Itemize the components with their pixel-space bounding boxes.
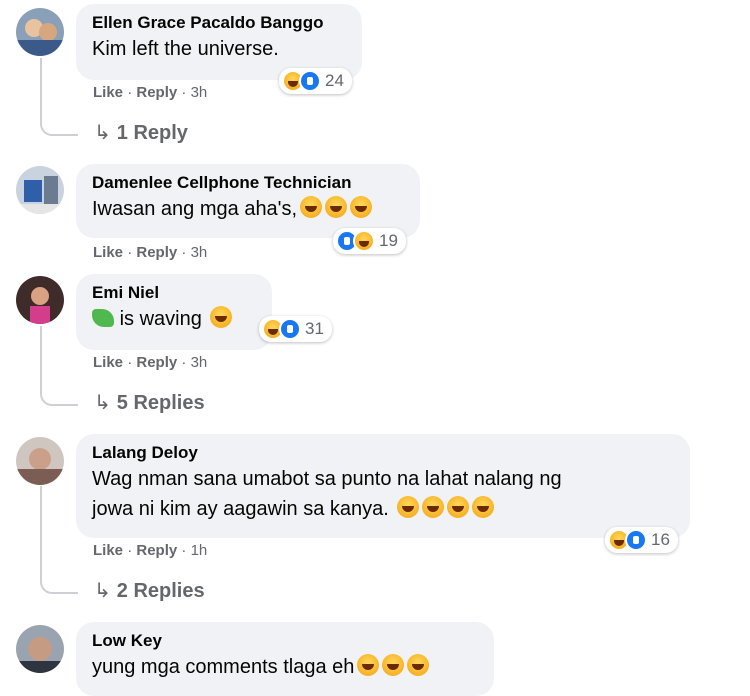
- reply-arrow-icon: ↳: [94, 580, 111, 602]
- comment-text: yung mga comments tlaga eh: [92, 652, 480, 682]
- grinning-emoji-icon: [350, 196, 373, 218]
- view-replies-link[interactable]: ↳ 1 Reply: [94, 120, 188, 145]
- like-reaction-icon: [279, 318, 301, 340]
- laughing-emoji-icon: [422, 496, 445, 518]
- comment-text: Kim left the universe.: [92, 38, 279, 60]
- reaction-summary[interactable]: 16: [605, 527, 678, 553]
- comment-bubble: Lalang Deloy Wag nman sana umabot sa pun…: [76, 434, 690, 538]
- avatar[interactable]: [16, 276, 64, 324]
- comment-actions: Like · Reply · 3h: [93, 244, 208, 261]
- avatar[interactable]: [16, 437, 64, 485]
- commenter-name[interactable]: Damenlee Cellphone Technician: [92, 172, 406, 194]
- waving-hand-icon: [92, 309, 114, 327]
- commenter-name[interactable]: Low Key: [92, 630, 480, 652]
- reply-thread-line: [40, 58, 78, 136]
- wow-reaction-icon: [353, 230, 375, 252]
- avatar[interactable]: [16, 166, 64, 214]
- grinning-emoji-icon: [325, 196, 348, 218]
- comment-actions: Like · Reply · 1h: [93, 542, 208, 559]
- comment-text: Iwasan ang mga aha's,: [92, 194, 406, 224]
- view-replies-link[interactable]: ↳ 2 Replies: [94, 578, 205, 603]
- commenter-name[interactable]: Ellen Grace Pacaldo Banggo: [92, 12, 348, 34]
- commenter-name[interactable]: Emi Niel: [92, 282, 258, 304]
- laughing-emoji-icon: [382, 654, 405, 676]
- laughing-emoji-icon: [397, 496, 420, 518]
- comment-text: Wag nman sana umabot sa punto na lahat n…: [92, 468, 562, 490]
- laughing-emoji-icon: [407, 654, 430, 676]
- reply-thread-line: [40, 326, 78, 406]
- avatar[interactable]: [16, 625, 64, 673]
- like-reaction-icon: [625, 529, 647, 551]
- comment-text: is waving: [92, 304, 258, 334]
- reaction-count: 19: [379, 231, 398, 250]
- comment-time[interactable]: 3h: [191, 244, 208, 261]
- reply-link[interactable]: Reply: [136, 542, 177, 559]
- comment-bubble: Low Key yung mga comments tlaga eh: [76, 622, 494, 696]
- reaction-summary[interactable]: 31: [259, 316, 332, 342]
- reply-link[interactable]: Reply: [136, 354, 177, 371]
- like-link[interactable]: Like: [93, 542, 123, 559]
- grinning-emoji-icon: [300, 196, 323, 218]
- reaction-count: 16: [651, 530, 670, 549]
- reaction-count: 31: [305, 319, 324, 338]
- laughing-emoji-icon: [447, 496, 470, 518]
- comment-time[interactable]: 1h: [191, 542, 208, 559]
- reaction-summary[interactable]: 24: [279, 68, 352, 94]
- comment-text: jowa ni kim ay aagawin sa kanya.: [92, 494, 676, 524]
- like-link[interactable]: Like: [93, 354, 123, 371]
- like-link[interactable]: Like: [93, 244, 123, 261]
- like-link[interactable]: Like: [93, 84, 123, 101]
- reply-arrow-icon: ↳: [94, 392, 111, 414]
- reply-arrow-icon: ↳: [94, 122, 111, 144]
- like-reaction-icon: [299, 70, 321, 92]
- reply-link[interactable]: Reply: [136, 244, 177, 261]
- comment-time[interactable]: 3h: [191, 354, 208, 371]
- commenter-name[interactable]: Lalang Deloy: [92, 442, 676, 464]
- comment-actions: Like · Reply · 3h: [93, 354, 208, 371]
- view-replies-link[interactable]: ↳ 5 Replies: [94, 390, 205, 415]
- reply-thread-line: [40, 486, 78, 594]
- grinning-emoji-icon: [210, 306, 233, 328]
- laughing-emoji-icon: [357, 654, 380, 676]
- comment-bubble: Emi Niel is waving: [76, 274, 272, 350]
- comment-time[interactable]: 3h: [191, 84, 208, 101]
- reaction-count: 24: [325, 71, 344, 90]
- laughing-emoji-icon: [472, 496, 495, 518]
- comment-actions: Like · Reply · 3h: [93, 84, 208, 101]
- reaction-summary[interactable]: 19: [333, 228, 406, 254]
- comment-bubble: Damenlee Cellphone Technician Iwasan ang…: [76, 164, 420, 238]
- avatar[interactable]: [16, 8, 64, 56]
- reply-link[interactable]: Reply: [136, 84, 177, 101]
